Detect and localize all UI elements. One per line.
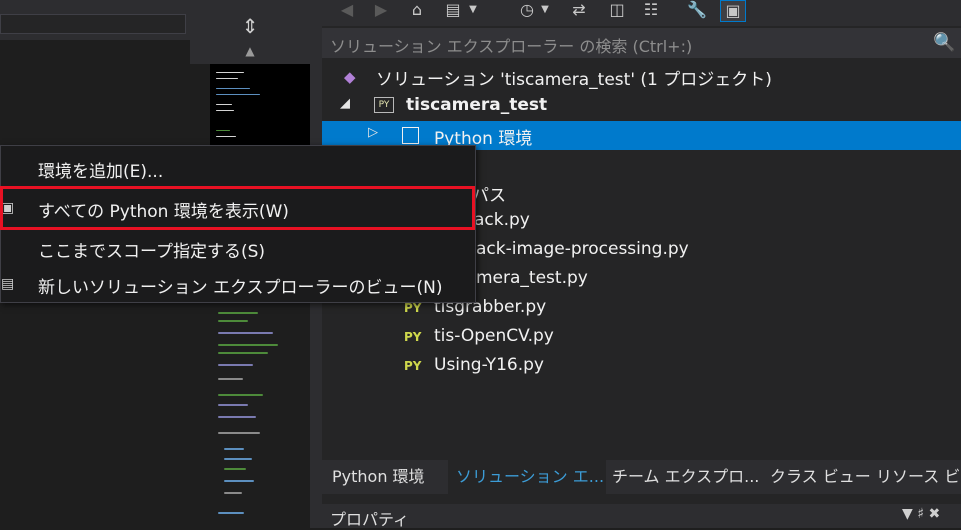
show-all-files-icon[interactable]: ☷ (638, 0, 664, 22)
chevron-down-icon[interactable]: ▼ (538, 0, 552, 22)
scroll-up-icon[interactable]: ▲ (240, 44, 260, 60)
tab-class-view[interactable]: クラス ビュー (770, 460, 871, 494)
minimap-line (218, 320, 248, 322)
minimap-line (218, 344, 278, 346)
highlight-annotation (0, 186, 475, 230)
back-icon[interactable]: ◀ (334, 0, 360, 22)
expand-arrow-icon[interactable]: ◢ (340, 96, 350, 111)
new-view-icon: ▤ (1, 276, 15, 292)
minimap-line (216, 110, 234, 111)
collapse-arrow-icon[interactable]: ▷ (368, 125, 378, 140)
tree-item-label: tiscamera_test (406, 95, 548, 115)
minimap-line (224, 468, 246, 470)
properties-header (322, 504, 961, 528)
minimap-line (218, 394, 263, 396)
search-icon[interactable]: 🔍 (933, 32, 955, 54)
preview-selected-icon[interactable]: ▣ (720, 0, 746, 22)
minimap-line (216, 136, 236, 137)
python-file-icon: PY (404, 359, 422, 373)
tree-item-label: Using-Y16.py (434, 355, 544, 375)
minimap-line (218, 512, 244, 514)
minimap-line (216, 104, 232, 105)
minimap-line (216, 72, 244, 73)
python-file-icon: PY (404, 301, 422, 315)
minimap-line (216, 78, 238, 79)
solution-explorer-toolbar: ◀ ▶ ⌂ ▤ ▼ ◷ ▼ ⇄ ◫ ☷ 🔧 ▣ (322, 0, 961, 26)
minimap-line (216, 94, 260, 95)
chevron-down-icon[interactable]: ▼ (466, 0, 480, 22)
switch-views-icon[interactable]: ▤ (440, 0, 466, 22)
tab-team-explorer[interactable]: チーム エクスプロ... (612, 460, 760, 494)
menu-item-label: 新しいソリューション エクスプローラーのビュー(N) (38, 278, 443, 298)
tree-item-label: ack-image-processing.py (476, 239, 689, 259)
minimap-viewport[interactable] (210, 64, 310, 146)
python-project-icon: PY (374, 97, 394, 113)
menu-item-scope-to-this[interactable]: ここまでスコープ指定する(S) (1, 230, 477, 266)
minimap-line (218, 404, 248, 406)
minimap-line (224, 448, 244, 450)
minimap-line (224, 480, 254, 482)
minimap-line (218, 432, 260, 434)
minimap-line (218, 352, 268, 354)
tab-python-env[interactable]: Python 環境 (326, 460, 448, 494)
forward-icon[interactable]: ▶ (368, 0, 394, 22)
tree-item-project[interactable]: ◢ PY tiscamera_test (322, 92, 961, 121)
split-window-icon[interactable]: ⇕ (238, 14, 262, 38)
tab-solution-explorer[interactable]: ソリューション エ... (448, 460, 606, 494)
sync-icon[interactable]: ⇄ (566, 0, 592, 22)
properties-wrench-icon[interactable]: 🔧 (684, 0, 710, 22)
tree-item-label: ソリューション 'tiscamera_test' (1 プロジェクト) (376, 70, 772, 90)
minimap-line (224, 458, 252, 460)
navigation-dropdown[interactable] (0, 14, 186, 34)
minimap-line (218, 378, 243, 380)
search-input[interactable]: ソリューション エクスプローラー の検索 (Ctrl+:) (330, 33, 692, 57)
pending-changes-icon[interactable]: ◷ (514, 0, 540, 22)
minimap-line (218, 364, 253, 366)
tree-item-file[interactable]: PY Using-Y16.py (322, 352, 961, 381)
tree-item-label: tis-OpenCV.py (434, 326, 554, 346)
tree-item-label: パス (472, 186, 506, 206)
menu-item-add-environment[interactable]: 環境を追加(E)... (1, 150, 477, 186)
home-icon[interactable]: ⌂ (404, 0, 430, 22)
menu-item-new-explorer-view[interactable]: ▤ 新しいソリューション エクスプローラーのビュー(N) (1, 266, 477, 302)
minimap-line (218, 332, 273, 334)
pin-icon[interactable]: ▼ ♯ ✖ (902, 506, 940, 522)
menu-item-label: 環境を追加(E)... (38, 162, 164, 182)
solution-icon: ◆ (344, 68, 356, 86)
minimap-line (218, 312, 258, 314)
tree-item-label: mera_test.py (476, 268, 588, 288)
properties-title: プロパティ (330, 510, 410, 529)
tree-item-solution[interactable]: ◆ ソリューション 'tiscamera_test' (1 プロジェクト) (322, 62, 961, 91)
tab-resource-view[interactable]: リソース ビュ (876, 460, 961, 494)
python-file-icon: PY (404, 330, 422, 344)
minimap-line (216, 88, 250, 89)
collapse-all-icon[interactable]: ◫ (604, 0, 630, 22)
minimap-line (218, 416, 256, 418)
menu-item-label: ここまでスコープ指定する(S) (38, 242, 266, 262)
minimap-line (216, 130, 230, 131)
tree-item-label: ack.py (474, 210, 530, 230)
minimap-line (224, 492, 242, 494)
python-env-icon (402, 127, 419, 144)
tree-item-file[interactable]: PY tis-OpenCV.py (322, 323, 961, 352)
